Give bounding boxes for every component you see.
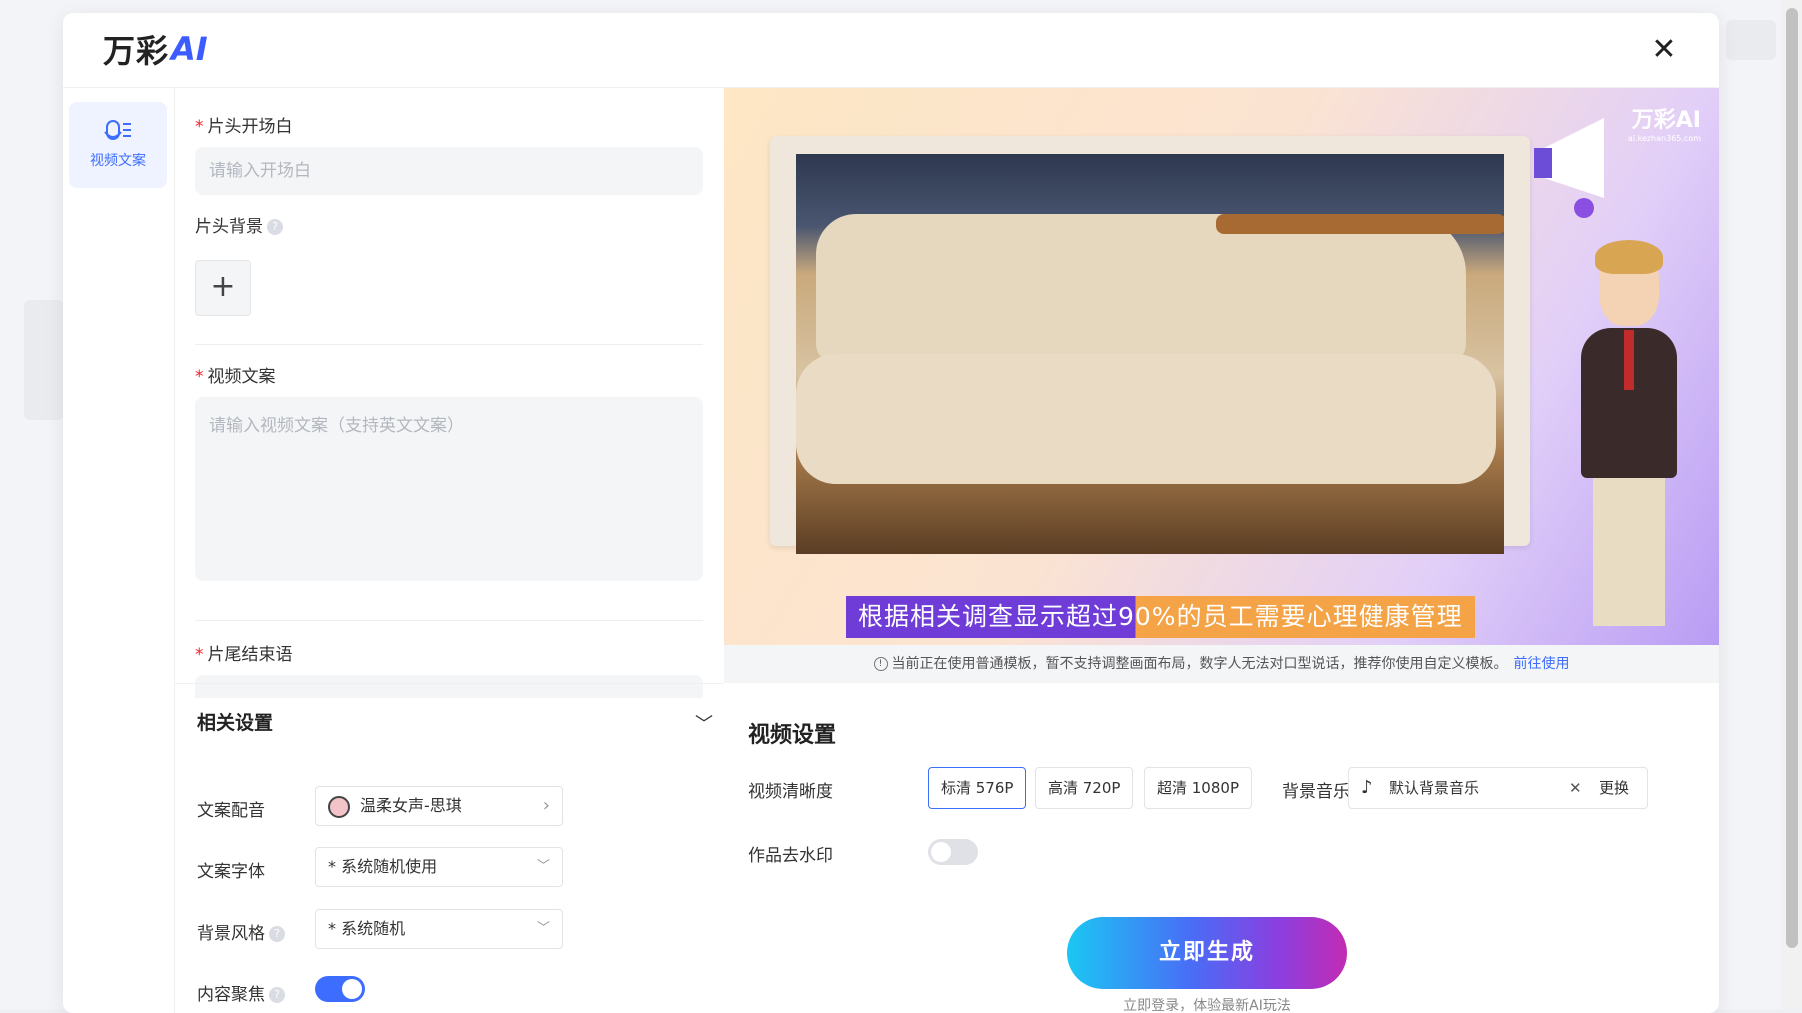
divider: [195, 620, 703, 621]
form-area[interactable]: * 片头开场白 请输入开场白 片头背景? + * 视频文案 请输入视频文案（支持英文…: [175, 88, 723, 698]
video-settings-title: 视频设置: [748, 723, 837, 748]
video-settings: 视频设置 视频清晰度 标清 576P 高清 720P 超清 1080P 背景音乐…: [724, 683, 1719, 1013]
bg-style-select[interactable]: * 系统随机 ﹀: [315, 909, 563, 949]
required-mark: *: [195, 117, 204, 137]
script-label: * 视频文案: [195, 362, 276, 387]
notice-text: 当前正在使用普通模板，暂不支持调整画面布局，数字人无法对口型说话，推荐你使用自定…: [891, 656, 1508, 672]
music-note-icon: ♪: [1361, 777, 1373, 798]
required-mark: *: [195, 645, 204, 665]
resolution-720p-button[interactable]: 高清 720P: [1035, 767, 1134, 809]
side-item-label: 视频文案: [90, 153, 146, 169]
script-label-text: 视频文案: [207, 367, 276, 387]
clear-icon[interactable]: ✕: [1569, 768, 1582, 808]
opening-input[interactable]: 请输入开场白: [195, 147, 703, 195]
focus-toggle[interactable]: [315, 976, 365, 1002]
ending-label: * 片尾结束语: [195, 640, 293, 665]
music-label: 背景音乐: [1282, 782, 1350, 802]
person-tie: [1624, 330, 1634, 390]
person-legs: [1593, 476, 1665, 626]
megaphone-icon: [1534, 118, 1604, 218]
scrollbar-thumb[interactable]: [1786, 8, 1798, 948]
logo-ai: AI: [171, 30, 208, 68]
voice-avatar: [328, 795, 350, 818]
bg-style-value: * 系统随机: [328, 919, 406, 938]
template-notice: ! 当前正在使用普通模板，暂不支持调整画面布局，数字人无法对口型说话，推荐你使用自…: [724, 645, 1719, 683]
bg-style-label: 背景风格?: [197, 919, 285, 944]
voice-select[interactable]: 温柔女声-思琪 ›: [315, 786, 563, 826]
preview-logo-sub: ai.kezhan365.com: [1627, 134, 1701, 143]
person-hair: [1595, 240, 1663, 274]
font-label: 文案字体: [197, 862, 265, 882]
generate-button[interactable]: 立即生成: [1067, 917, 1347, 989]
brand-logo: 万彩 AI: [103, 29, 208, 70]
music-value: 默认背景音乐: [1389, 779, 1480, 797]
video-preview: 万彩AI ai.kezhan365.com 根据相关调查显示超过90%的员工需要…: [724, 88, 1719, 645]
required-mark: *: [195, 367, 204, 387]
page-scrollbar[interactable]: [1782, 0, 1802, 1009]
close-icon[interactable]: ✕: [1649, 35, 1679, 65]
side-nav: 视频文案: [63, 88, 175, 1013]
info-icon: !: [873, 657, 888, 671]
opening-label-text: 片头开场白: [207, 117, 293, 137]
digital-human: [1569, 240, 1689, 638]
focus-label: 内容聚焦?: [197, 980, 285, 1005]
chevron-down-icon: ﹀: [536, 859, 550, 874]
modal-header: 万彩 AI ✕: [63, 13, 1719, 88]
preview-logo: 万彩AI ai.kezhan365.com: [1628, 102, 1701, 143]
voice-label: 文案配音: [197, 801, 265, 821]
font-select[interactable]: * 系统随机使用 ﹀: [315, 847, 563, 887]
script-microphone-icon: [104, 120, 131, 140]
focus-label-text: 内容聚焦: [197, 985, 265, 1005]
divider: [195, 344, 703, 345]
help-icon[interactable]: ?: [267, 219, 283, 235]
add-background-button[interactable]: +: [195, 260, 251, 316]
sofa-seat: [796, 354, 1496, 484]
background-label-text: 片头背景: [195, 217, 263, 237]
preview-caption: 根据相关调查显示超过90%的员工需要心理健康管理: [846, 596, 1475, 638]
ai-video-modal: 万彩 AI ✕ 视频文案 * 片头开场白 请输入开场白 片头背景? + * 视频文案…: [63, 13, 1719, 1013]
background-label: 片头背景?: [195, 212, 283, 237]
resolution-1080p-button[interactable]: 超清 1080P: [1144, 767, 1252, 809]
watermark-toggle[interactable]: [928, 839, 978, 865]
chevron-down-icon[interactable]: ﹀: [695, 710, 713, 736]
font-value: * 系统随机使用: [328, 857, 438, 876]
resolution-576p-button[interactable]: 标清 576P: [928, 767, 1027, 809]
backdrop-button: [1726, 20, 1776, 60]
logo-text: 万彩: [103, 32, 170, 70]
watermark-label: 作品去水印: [748, 846, 833, 866]
voice-value: 温柔女声-思琪: [360, 796, 462, 815]
related-settings-title: 相关设置: [197, 712, 274, 734]
help-icon[interactable]: ?: [269, 987, 285, 1003]
related-settings: 相关设置 ﹀ 文案配音 温柔女声-思琪 › 文案字体 * 系统随机使用 ﹀ 背景…: [175, 683, 723, 1013]
sofa-arm: [1216, 214, 1504, 234]
preview-logo-text: 万彩AI: [1631, 108, 1701, 133]
ending-label-text: 片尾结束语: [207, 645, 293, 665]
side-item-video-script[interactable]: 视频文案: [69, 102, 167, 188]
opening-label: * 片头开场白: [195, 112, 293, 137]
backdrop-panel: [24, 300, 64, 420]
music-change-button[interactable]: 更换: [1599, 768, 1629, 808]
music-picker[interactable]: ♪ 默认背景音乐 ✕ 更换: [1348, 767, 1648, 809]
chevron-down-icon: ﹀: [536, 921, 550, 936]
sofa-photo: [796, 154, 1504, 554]
go-use-link[interactable]: 前往使用: [1514, 656, 1570, 672]
help-icon[interactable]: ?: [269, 926, 285, 942]
script-textarea[interactable]: 请输入视频文案（支持英文文案）: [195, 397, 703, 581]
bg-style-label-text: 背景风格: [197, 924, 265, 944]
toggle-knob: [931, 842, 951, 862]
resolution-label: 视频清晰度: [748, 782, 833, 802]
toggle-knob: [342, 979, 362, 999]
chevron-right-icon: ›: [542, 795, 550, 816]
login-hint[interactable]: 立即登录，体验最新AI玩法: [1067, 995, 1347, 1013]
sofa-back: [816, 214, 1466, 364]
